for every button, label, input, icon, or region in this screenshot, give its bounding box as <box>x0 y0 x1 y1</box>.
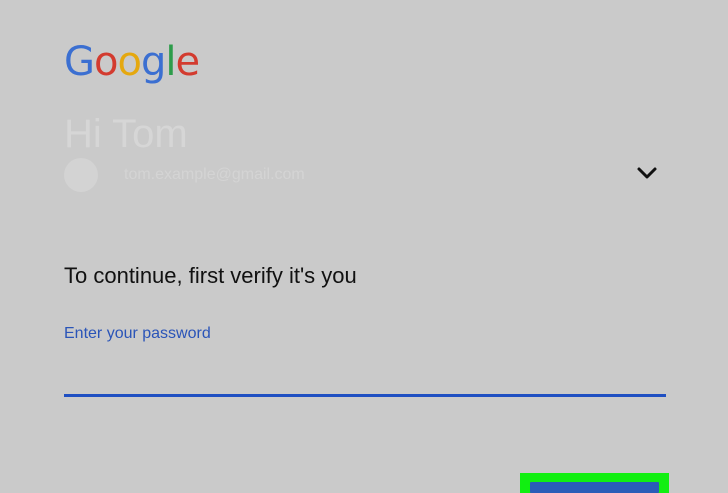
greeting-heading: Hi Tom <box>64 112 188 156</box>
logo-letter-o1: o <box>94 39 119 85</box>
account-selector[interactable]: tom.example@gmail.com <box>64 156 666 192</box>
next-button-face <box>530 482 659 493</box>
password-field[interactable] <box>64 352 666 397</box>
logo-letter-g2: g <box>140 39 166 85</box>
logo-letter-o2: o <box>117 39 142 85</box>
avatar <box>64 158 98 192</box>
logo-letter-g: G <box>64 39 95 85</box>
next-button[interactable] <box>520 473 669 493</box>
password-label: Enter your password <box>64 325 211 342</box>
verify-prompt: To continue, first verify it's you <box>64 263 357 288</box>
google-logo: Google <box>64 38 200 86</box>
chevron-down-icon[interactable] <box>636 162 658 184</box>
logo-letter-e: e <box>175 39 200 85</box>
account-email: tom.example@gmail.com <box>124 166 305 183</box>
logo-letter-l: l <box>165 39 176 85</box>
